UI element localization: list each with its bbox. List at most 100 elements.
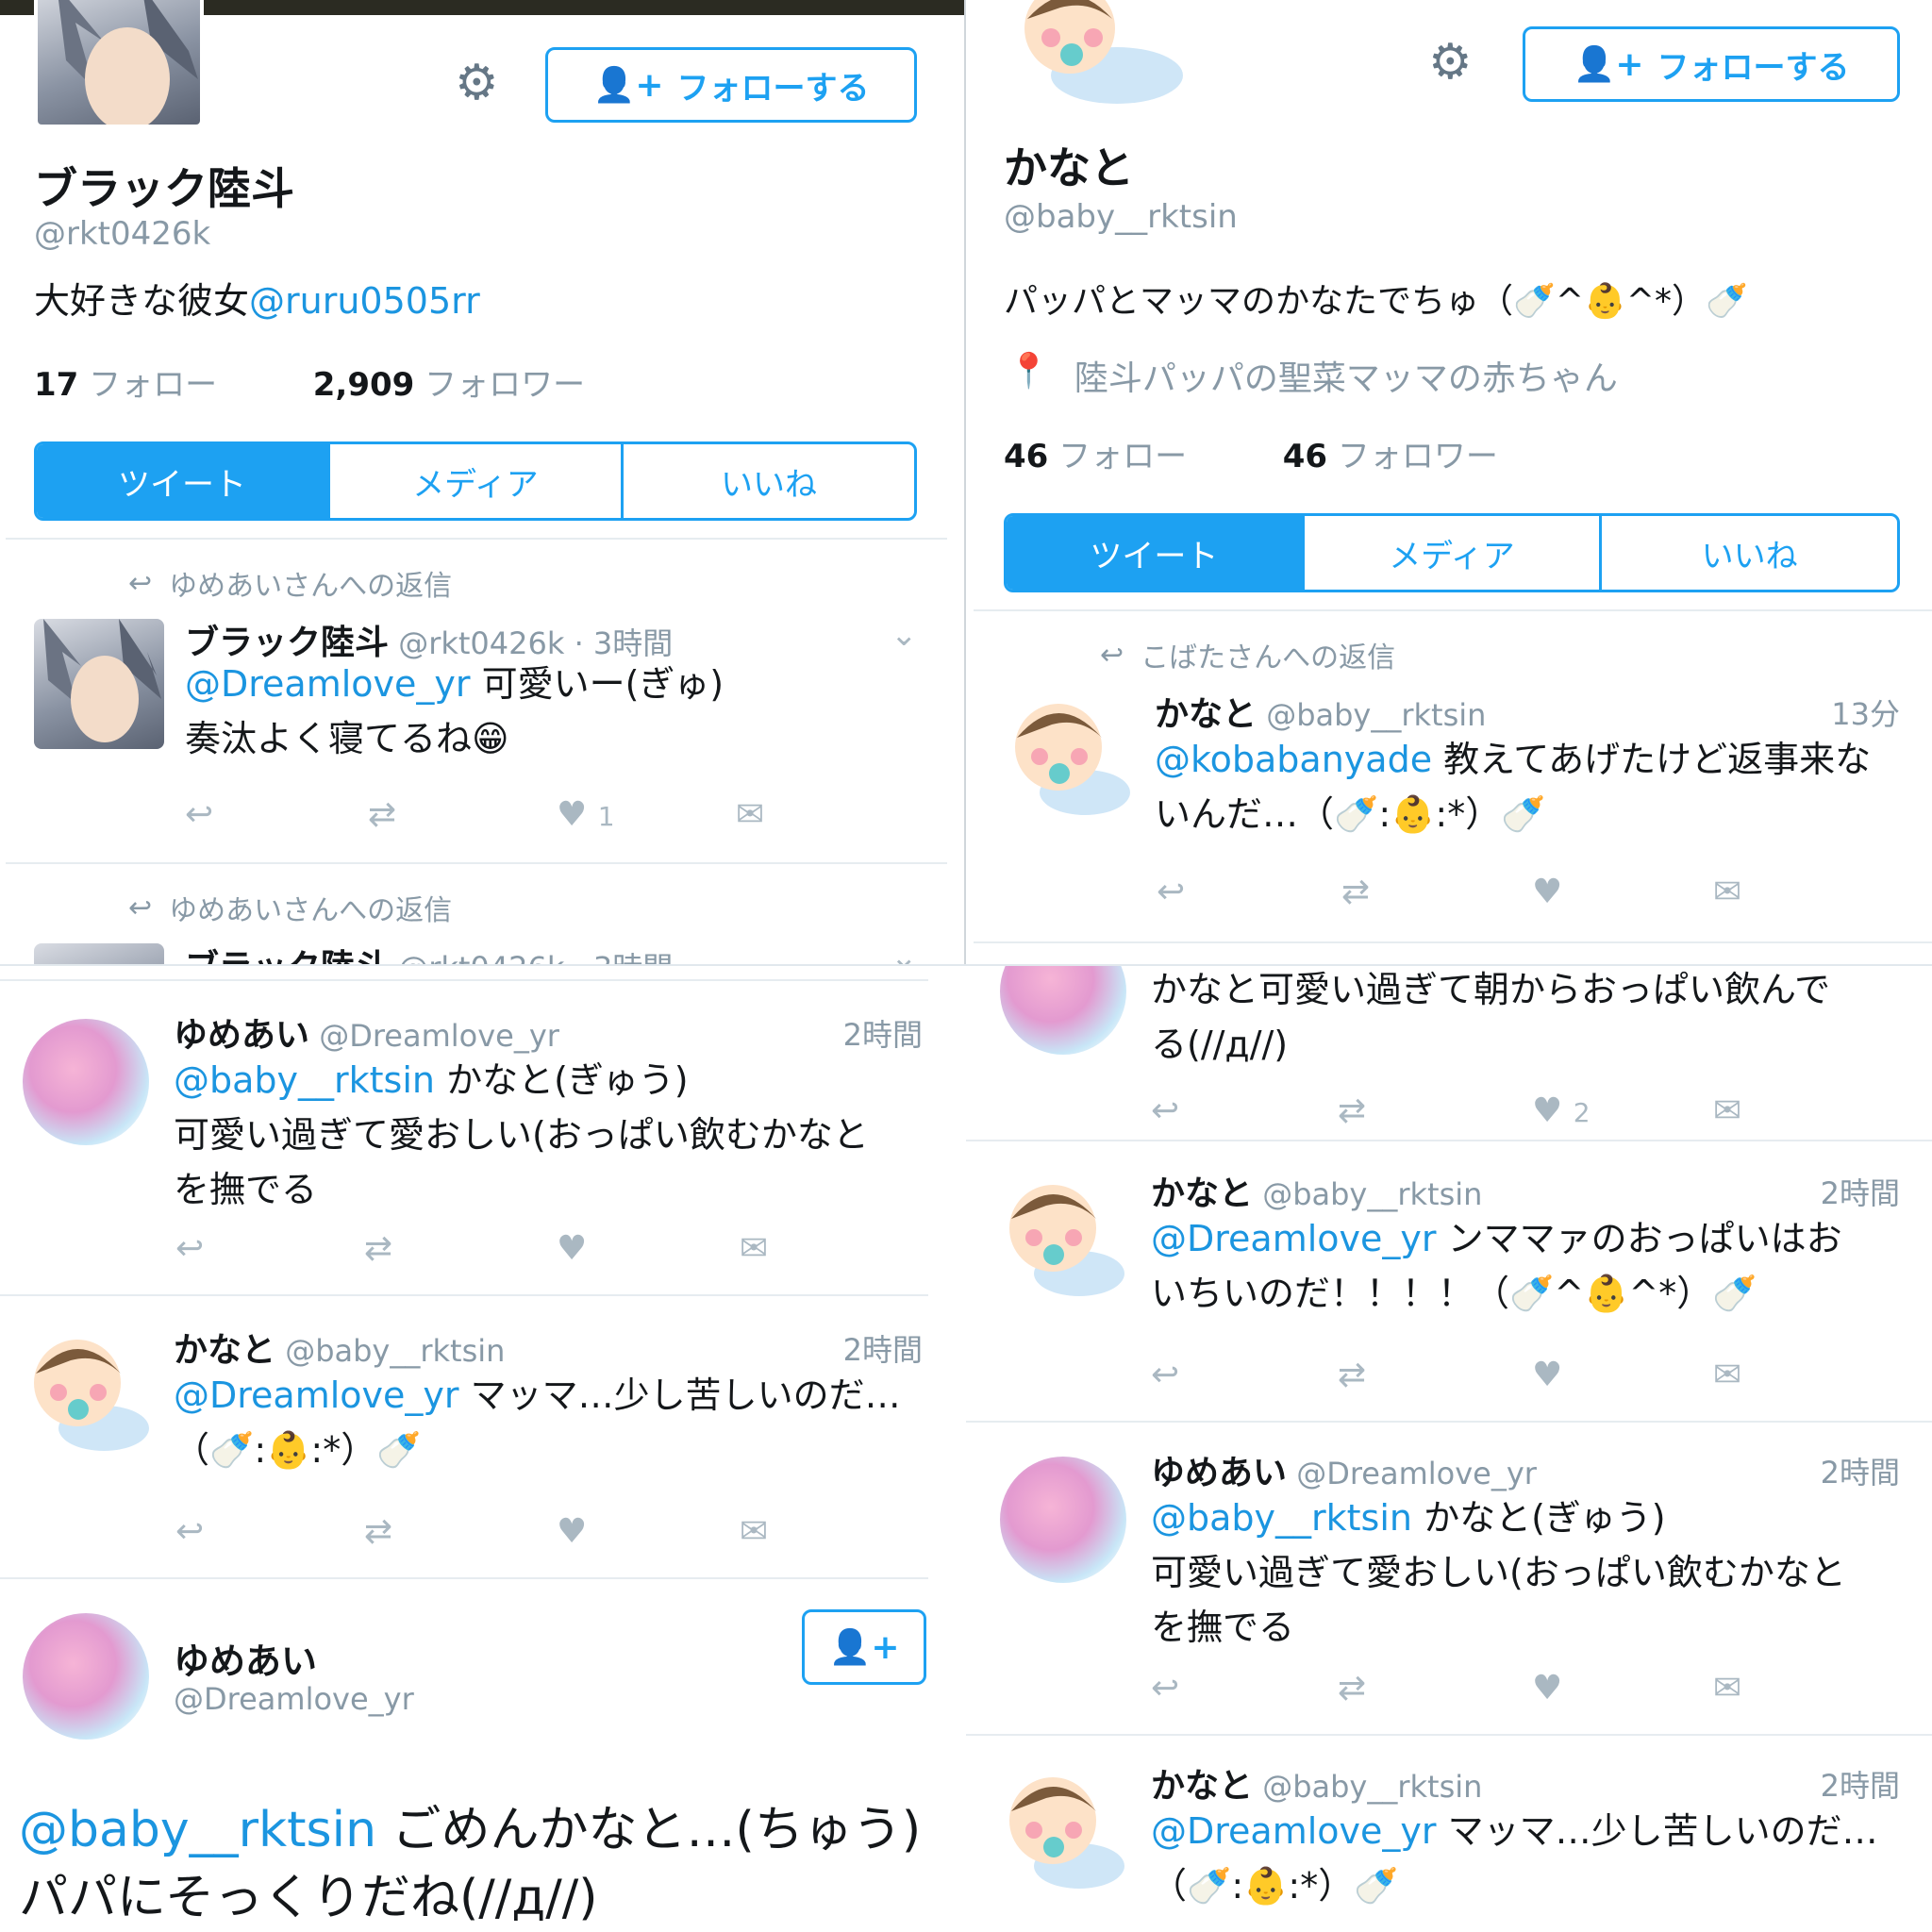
following-count[interactable]: 17 [34, 366, 78, 404]
tweet-mention[interactable]: @baby__rktsin [174, 1059, 435, 1101]
tweet-mention[interactable]: @kobabanyade [1155, 739, 1432, 780]
profile-avatar[interactable] [34, 0, 204, 128]
tweet-author-name[interactable]: かなと [174, 1331, 275, 1370]
reply-context[interactable]: ↩ ゆめあいさんへの返信 [128, 887, 452, 928]
tweet-author-name[interactable]: かなと [1151, 1767, 1253, 1806]
tweet-avatar[interactable] [34, 943, 164, 966]
retweet-icon[interactable]: ⇄ [368, 798, 396, 832]
tweet-time: 2時間 [1820, 1175, 1900, 1211]
reply-icon[interactable]: ↩ [1151, 1094, 1179, 1128]
tweet-author-name[interactable]: ゆめあい [174, 1016, 309, 1055]
tweet-author-name[interactable]: かなと [1155, 695, 1257, 734]
tweet-time: 13分 [1831, 696, 1900, 732]
tweet-avatar[interactable] [19, 1324, 151, 1457]
tab-media[interactable]: メディア [327, 444, 621, 518]
reply-icon[interactable]: ↩ [175, 1515, 204, 1549]
follow-button[interactable]: 👤+ フォローする [545, 47, 917, 123]
tweet-mention[interactable]: @baby__rktsin [1151, 1497, 1412, 1539]
direct-message-icon[interactable]: ✉ [736, 798, 764, 832]
follow-button[interactable]: 👤+ フォローする [1523, 26, 1900, 102]
horizontal-divider [0, 964, 1932, 966]
heart-icon[interactable]: ♥ [1532, 875, 1562, 909]
followers-count[interactable]: 46 [1283, 438, 1327, 475]
tab-likes[interactable]: いいね [1599, 516, 1897, 590]
followers-count[interactable]: 2,909 [313, 366, 415, 404]
tweet-avatar[interactable] [1000, 689, 1132, 821]
reply-context-label: ゆめあいさんへの返信 [169, 894, 453, 927]
like-count: 1 [597, 801, 615, 832]
tweet-text-line2: 可愛い過ぎて愛おしい(おっぱい飲むかなと [1151, 1552, 1846, 1593]
tweet-avatar[interactable] [994, 1762, 1126, 1894]
like-button[interactable]: ♥ 2 [1532, 1094, 1591, 1128]
retweet-icon[interactable]: ⇄ [1338, 1358, 1366, 1392]
bio-link[interactable]: @ruru0505rr [249, 280, 480, 322]
follow-button-label: フォローする [676, 69, 870, 108]
reply-icon[interactable]: ↩ [185, 798, 213, 832]
tweet-text-line3: を撫でる [174, 1169, 318, 1210]
direct-message-icon[interactable]: ✉ [1713, 1672, 1741, 1706]
reply-icon[interactable]: ↩ [1151, 1672, 1179, 1706]
tweet-time: 2時間 [842, 1332, 923, 1368]
reply-icon[interactable]: ↩ [1157, 875, 1185, 909]
tweet-avatar[interactable] [23, 1019, 149, 1145]
follow-icon-button[interactable]: 👤+ [802, 1609, 926, 1685]
settings-gear-icon[interactable]: ⚙ [1428, 38, 1473, 87]
tweet-header: ゆめあい @Dreamlove_yr [1151, 1445, 1537, 1494]
tweet-mention[interactable]: @baby__rktsin [19, 1802, 376, 1858]
direct-message-icon[interactable]: ✉ [1713, 1094, 1741, 1128]
tweet-mention[interactable]: @Dreamlove_yr [174, 1374, 459, 1416]
tweet-text: @baby__rktsin かなと(ぎゅう) 可愛い過ぎて愛おしい(おっぱい飲む… [1151, 1491, 1846, 1655]
tweet-mention[interactable]: @Dreamlove_yr [1151, 1218, 1437, 1259]
heart-icon[interactable]: ♥ [557, 1232, 587, 1266]
tweet-header: かなと @baby__rktsin [174, 1323, 505, 1372]
heart-icon: ♥ [1532, 1091, 1563, 1130]
tab-tweets[interactable]: ツイート [37, 444, 327, 518]
chevron-down-icon[interactable]: ⌄ [891, 941, 918, 966]
retweet-icon[interactable]: ⇄ [1338, 1094, 1366, 1128]
direct-message-icon[interactable]: ✉ [740, 1515, 768, 1549]
retweet-icon[interactable]: ⇄ [364, 1515, 392, 1549]
heart-icon[interactable]: ♥ [557, 1515, 587, 1549]
tweet-text-line1: かなと可愛い過ぎて朝からおっぱい飲んで [1151, 969, 1831, 1010]
tweet-avatar[interactable] [34, 619, 164, 749]
reply-icon[interactable]: ↩ [1151, 1358, 1179, 1392]
direct-message-icon[interactable]: ✉ [1713, 1358, 1741, 1392]
tweet-mention[interactable]: @Dreamlove_yr [185, 663, 471, 705]
tweet-text-line1: ンママァのおっぱいはお [1436, 1218, 1842, 1259]
vertical-divider [964, 0, 966, 966]
following-label: フォロー [89, 366, 218, 404]
tweet-mention[interactable]: @Dreamlove_yr [1151, 1810, 1437, 1852]
tweet-avatar[interactable] [1000, 1457, 1126, 1583]
profile-panel-burakku-rikuto: ⚙ 👤+ フォローする ブラック陸斗 @rkt0426k 大好きな彼女@ruru… [0, 0, 966, 966]
tweet-text-line2: パパにそっくりだね(//д//) [19, 1870, 598, 1926]
direct-message-icon[interactable]: ✉ [1713, 875, 1741, 909]
heart-icon[interactable]: ♥ [1532, 1358, 1562, 1392]
tab-tweets[interactable]: ツイート [1007, 516, 1302, 590]
tab-media[interactable]: メディア [1301, 516, 1600, 590]
tweet-avatar[interactable] [1000, 966, 1126, 1055]
user-card-avatar[interactable] [23, 1613, 149, 1740]
user-card-name[interactable]: ゆめあい [174, 1632, 317, 1684]
reply-context[interactable]: ↩ ゆめあいさんへの返信 [128, 562, 452, 604]
tweet-avatar[interactable] [994, 1170, 1126, 1302]
settings-gear-icon[interactable]: ⚙ [455, 58, 499, 108]
chevron-down-icon[interactable]: ⌄ [891, 619, 918, 651]
profile-avatar[interactable] [1004, 0, 1192, 104]
retweet-icon[interactable]: ⇄ [1341, 875, 1370, 909]
tweet-author-name[interactable]: かなと [1151, 1174, 1253, 1213]
following-count[interactable]: 46 [1004, 438, 1048, 475]
tweet-time: 2時間 [1820, 1455, 1900, 1491]
reply-icon[interactable]: ↩ [175, 1232, 204, 1266]
profile-location: 📍 陸斗パッパの聖菜マッマの赤ちゃん [1008, 351, 1618, 400]
retweet-icon[interactable]: ⇄ [1338, 1672, 1366, 1706]
retweet-icon[interactable]: ⇄ [364, 1232, 392, 1266]
tweet-author-name[interactable]: ゆめあい [1151, 1454, 1287, 1492]
bio-text: 大好きな彼女 [34, 280, 250, 322]
tweet-text: @Dreamlove_yr ンママァのおっぱいはお いちいのだ！！！！（🍼^👶^… [1151, 1211, 1842, 1321]
tab-likes[interactable]: いいね [621, 444, 914, 518]
reply-context[interactable]: ↩ こばたさんへの返信 [1100, 634, 1395, 675]
heart-icon[interactable]: ♥ [1532, 1672, 1562, 1706]
tweet-text-line2: いんだ…（🍼:👶:*）🍼 [1155, 793, 1546, 835]
direct-message-icon[interactable]: ✉ [740, 1232, 768, 1266]
like-button[interactable]: ♥ 1 [557, 798, 615, 832]
